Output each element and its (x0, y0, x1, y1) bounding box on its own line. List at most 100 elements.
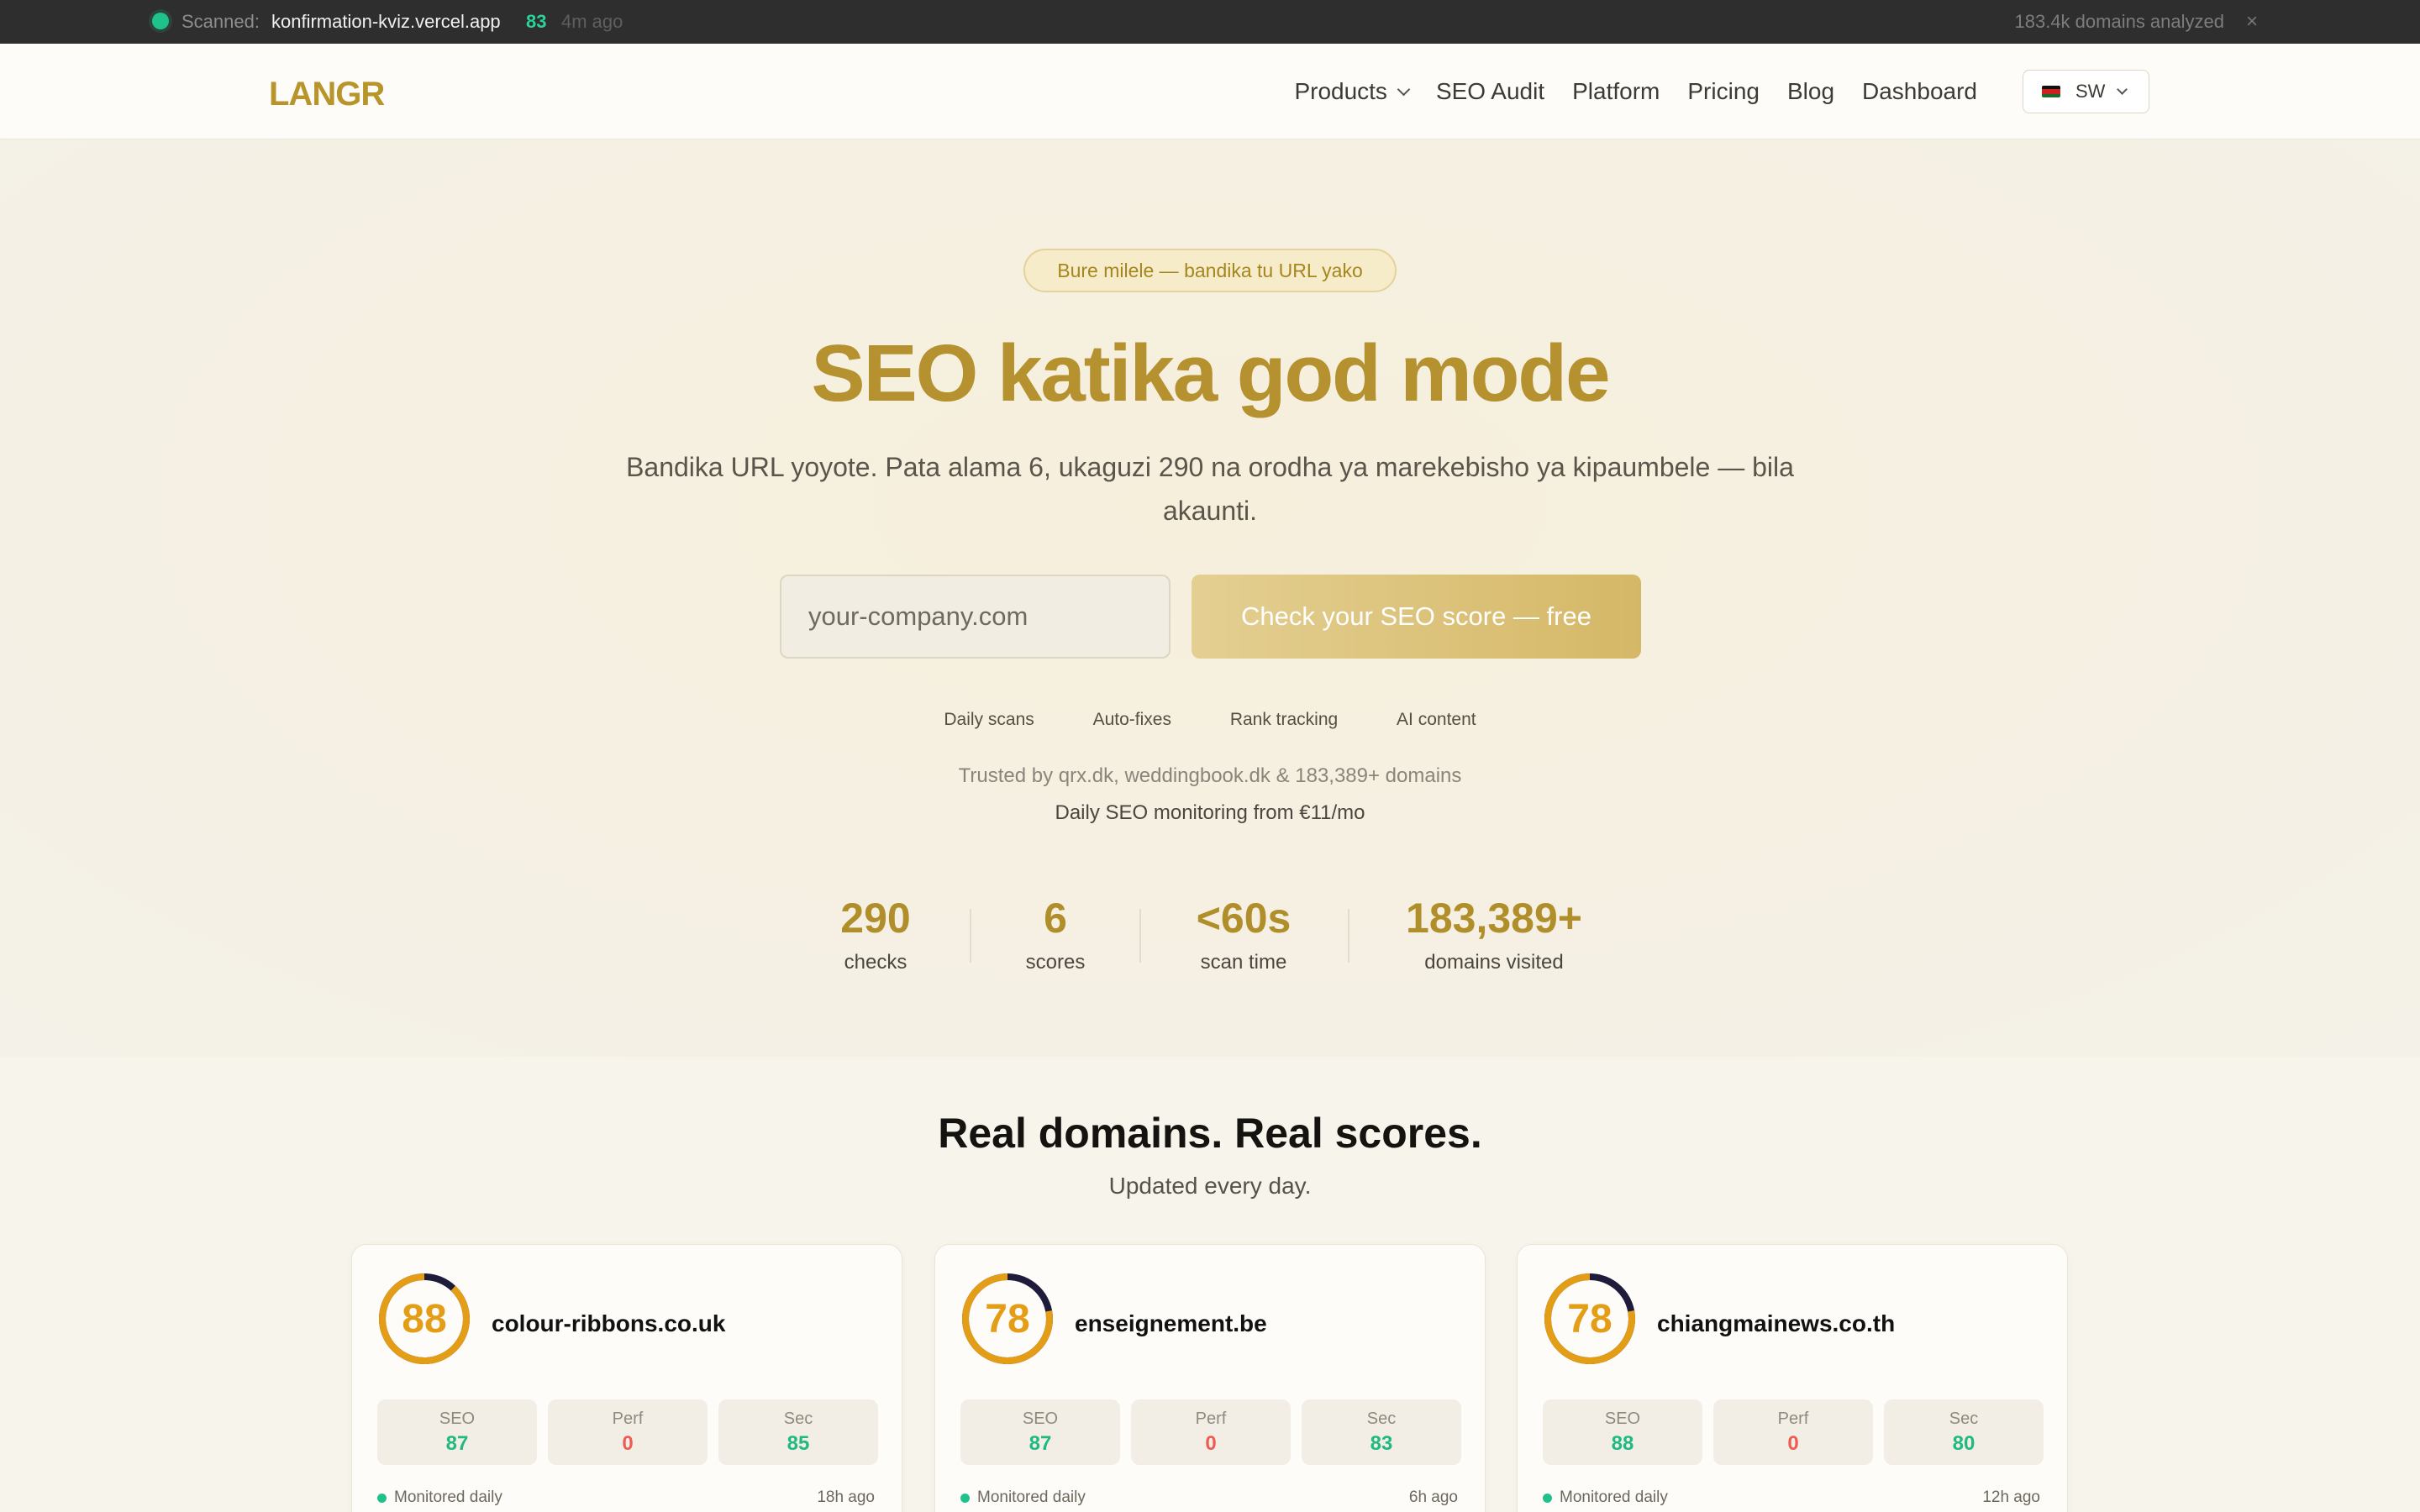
score-gauge: 78 (960, 1272, 1055, 1366)
sec-score-tile: Sec 83 (1302, 1399, 1461, 1465)
feature-list: Daily scans Auto-fixes Rank tracking AI … (0, 710, 2420, 730)
metric-label: Perf (1777, 1410, 1809, 1428)
ticker-domain-count: 183.4k domains analyzed (2014, 11, 2225, 32)
nav-pricing[interactable]: Pricing (1687, 78, 1760, 105)
monitored-status: Monitored daily (1543, 1488, 1668, 1507)
top-navigation: LANGR Products SEO Audit Platform Pricin… (0, 44, 2420, 139)
sec-score: 80 (1952, 1432, 1975, 1455)
card-domain[interactable]: colour-ribbons.co.uk (492, 1310, 725, 1337)
logo[interactable]: LANGR (269, 76, 385, 113)
domain-card[interactable]: 78 enseignement.be SEO 87 Perf 0 Sec 83 … (934, 1244, 1486, 1512)
nav-blog[interactable]: Blog (1787, 78, 1834, 105)
pricing-text: Daily SEO monitoring from €11/mo (1055, 801, 1365, 824)
status-dot-icon (377, 1493, 387, 1503)
card-domain[interactable]: chiangmainews.co.th (1657, 1310, 1895, 1337)
status-dot-icon (960, 1493, 970, 1503)
metric-label: Sec (1366, 1410, 1397, 1428)
stat-label: scan time (1200, 951, 1287, 974)
showcase-title: Real domains. Real scores. (938, 1110, 1482, 1157)
trusted-by-text: Trusted by qrx.dk, weddingbook.dk & 183,… (958, 764, 1462, 787)
domain-card[interactable]: 88 colour-ribbons.co.uk SEO 87 Perf 0 Se… (351, 1244, 902, 1512)
last-scanned: 18h ago (817, 1488, 875, 1506)
feature-rank-tracking: Rank tracking (1229, 710, 1339, 729)
metric-label: Sec (783, 1410, 813, 1428)
language-code: SW (2075, 81, 2106, 102)
stat-divider (970, 909, 971, 963)
ticker-score: 83 (526, 11, 547, 32)
showcase-subtitle: Updated every day. (1108, 1173, 1312, 1199)
language-selector[interactable]: SW (2023, 70, 2149, 113)
perf-score: 0 (622, 1432, 634, 1455)
kenya-flag-icon (2042, 86, 2060, 97)
perf-score-tile: Perf 0 (1713, 1399, 1873, 1465)
nav-platform[interactable]: Platform (1572, 78, 1660, 105)
metric-label: Perf (1195, 1410, 1227, 1428)
feature-ai-content: AI content (1397, 710, 1476, 729)
monitored-label: Monitored daily (1560, 1488, 1668, 1506)
domain-card[interactable]: 78 chiangmainews.co.th SEO 88 Perf 0 Sec… (1517, 1244, 2068, 1512)
sec-score: 83 (1370, 1432, 1393, 1455)
score-gauge: 78 (1543, 1272, 1637, 1366)
seo-score-tile: SEO 88 (1543, 1399, 1702, 1465)
feature-auto-fixes: Auto-fixes (1092, 710, 1171, 729)
sec-score: 85 (786, 1432, 810, 1455)
stat-label: scores (1025, 951, 1086, 974)
chevron-down-icon (1397, 82, 1411, 96)
nav-dashboard[interactable]: Dashboard (1862, 78, 1977, 105)
stat-value: 290 (840, 895, 911, 942)
chevron-down-icon (2117, 83, 2128, 95)
ticker-time: 4m ago (561, 11, 623, 32)
url-input[interactable]: your-company.com (780, 575, 1171, 659)
stat-scores: 6 scores (1005, 894, 1106, 974)
card-domain[interactable]: enseignement.be (1075, 1310, 1267, 1337)
stat-value: 6 (1044, 895, 1067, 942)
stat-label: domains visited (1424, 951, 1564, 974)
monitored-label: Monitored daily (394, 1488, 502, 1506)
score-gauge: 88 (377, 1272, 471, 1366)
status-dot-icon (1543, 1493, 1552, 1503)
stat-domains-visited: 183,389+ domains visited (1386, 894, 1602, 974)
overall-score: 78 (985, 1296, 1030, 1341)
nav-seo-audit[interactable]: SEO Audit (1436, 78, 1544, 105)
metric-label: SEO (439, 1410, 476, 1428)
stat-value: 183,389+ (1406, 895, 1582, 942)
perf-score: 0 (1205, 1432, 1217, 1455)
monitored-label: Monitored daily (977, 1488, 1086, 1506)
stat-value: <60s (1196, 895, 1292, 942)
stat-label: checks (844, 951, 908, 974)
seo-score-tile: SEO 87 (960, 1399, 1120, 1465)
metric-label: SEO (1604, 1410, 1641, 1428)
nav-products-label: Products (1294, 78, 1387, 104)
check-seo-score-button[interactable]: Check your SEO score — free (1192, 575, 1641, 659)
live-status-icon (152, 13, 169, 29)
perf-score-tile: Perf 0 (1131, 1399, 1291, 1465)
stat-divider (1348, 909, 1349, 963)
nav-products[interactable]: Products (1294, 78, 1411, 105)
perf-score-tile: Perf 0 (548, 1399, 708, 1465)
seo-score: 88 (1611, 1432, 1634, 1455)
metric-label: Perf (612, 1410, 644, 1428)
scan-ticker-bar: Scanned: konfirmation-kviz.vercel.app 83… (0, 0, 2420, 44)
hero-headline: SEO katika god mode (0, 328, 2420, 420)
seo-score-tile: SEO 87 (377, 1399, 537, 1465)
last-scanned: 6h ago (1408, 1488, 1458, 1506)
metric-label: Sec (1949, 1410, 1979, 1428)
close-icon[interactable]: × (2246, 10, 2258, 34)
sec-score-tile: Sec 80 (1884, 1399, 2044, 1465)
stat-scan-time: <60s scan time (1176, 894, 1311, 974)
nav-links: Products SEO Audit Platform Pricing Blog… (1266, 44, 1977, 139)
free-badge: Bure milele — bandika tu URL yako (1023, 249, 1397, 292)
monitored-status: Monitored daily (377, 1488, 502, 1507)
stat-checks: 290 checks (817, 894, 934, 974)
monitored-status: Monitored daily (960, 1488, 1086, 1507)
hero-subtitle: Bandika URL yoyote. Pata alama 6, ukaguz… (626, 452, 1794, 526)
metric-label: SEO (1022, 1410, 1059, 1428)
seo-score: 87 (445, 1432, 469, 1455)
perf-score: 0 (1787, 1432, 1799, 1455)
stat-divider (1139, 909, 1141, 963)
seo-score: 87 (1028, 1432, 1052, 1455)
feature-daily-scans: Daily scans (944, 710, 1034, 729)
last-scanned: 12h ago (1982, 1488, 2040, 1506)
overall-score: 78 (1567, 1296, 1612, 1341)
ticker-domain[interactable]: konfirmation-kviz.vercel.app (271, 11, 501, 33)
